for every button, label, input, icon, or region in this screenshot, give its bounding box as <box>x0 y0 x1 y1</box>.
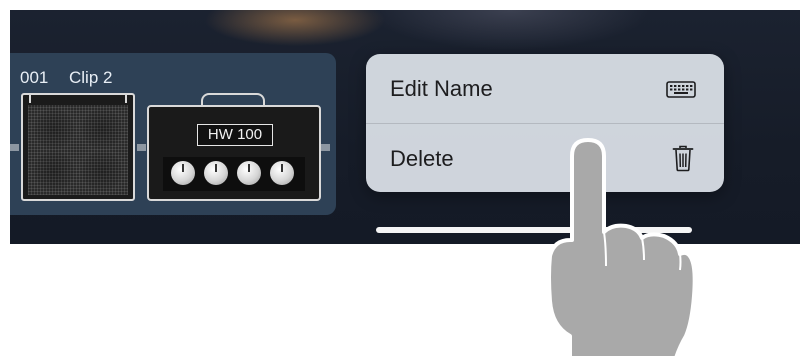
keyboard-icon <box>666 81 696 103</box>
cabinet-grill <box>28 105 128 195</box>
amp-model-label: HW 100 <box>197 124 273 146</box>
amp-knob-icon <box>270 161 294 185</box>
amp-head-icon[interactable]: HW 100 <box>147 105 321 201</box>
speaker-icon <box>34 109 74 149</box>
speaker-icon <box>82 109 122 149</box>
touch-finger-icon <box>540 136 700 363</box>
cabinet-tab-left <box>29 95 31 103</box>
clip-card[interactable]: 001 Clip 2 HW 100 <box>10 53 336 215</box>
speaker-icon <box>82 151 122 191</box>
speaker-icon <box>34 151 74 191</box>
menu-item-label: Edit Name <box>390 76 493 102</box>
edit-name-menu-item[interactable]: Edit Name <box>366 54 724 124</box>
menu-item-label: Delete <box>390 146 454 172</box>
speaker-cabinet-icon[interactable] <box>21 93 135 201</box>
cabinet-tab-right <box>125 95 127 103</box>
amp-knob-icon <box>237 161 261 185</box>
clip-number: 001 <box>20 68 48 88</box>
amp-knob-icon <box>204 161 228 185</box>
signal-connector-right <box>321 144 330 151</box>
signal-connector-left <box>10 144 19 151</box>
amp-knob-panel <box>163 157 305 191</box>
signal-connector-middle <box>137 144 146 151</box>
clip-name: Clip 2 <box>69 68 112 88</box>
amp-knob-icon <box>171 161 195 185</box>
